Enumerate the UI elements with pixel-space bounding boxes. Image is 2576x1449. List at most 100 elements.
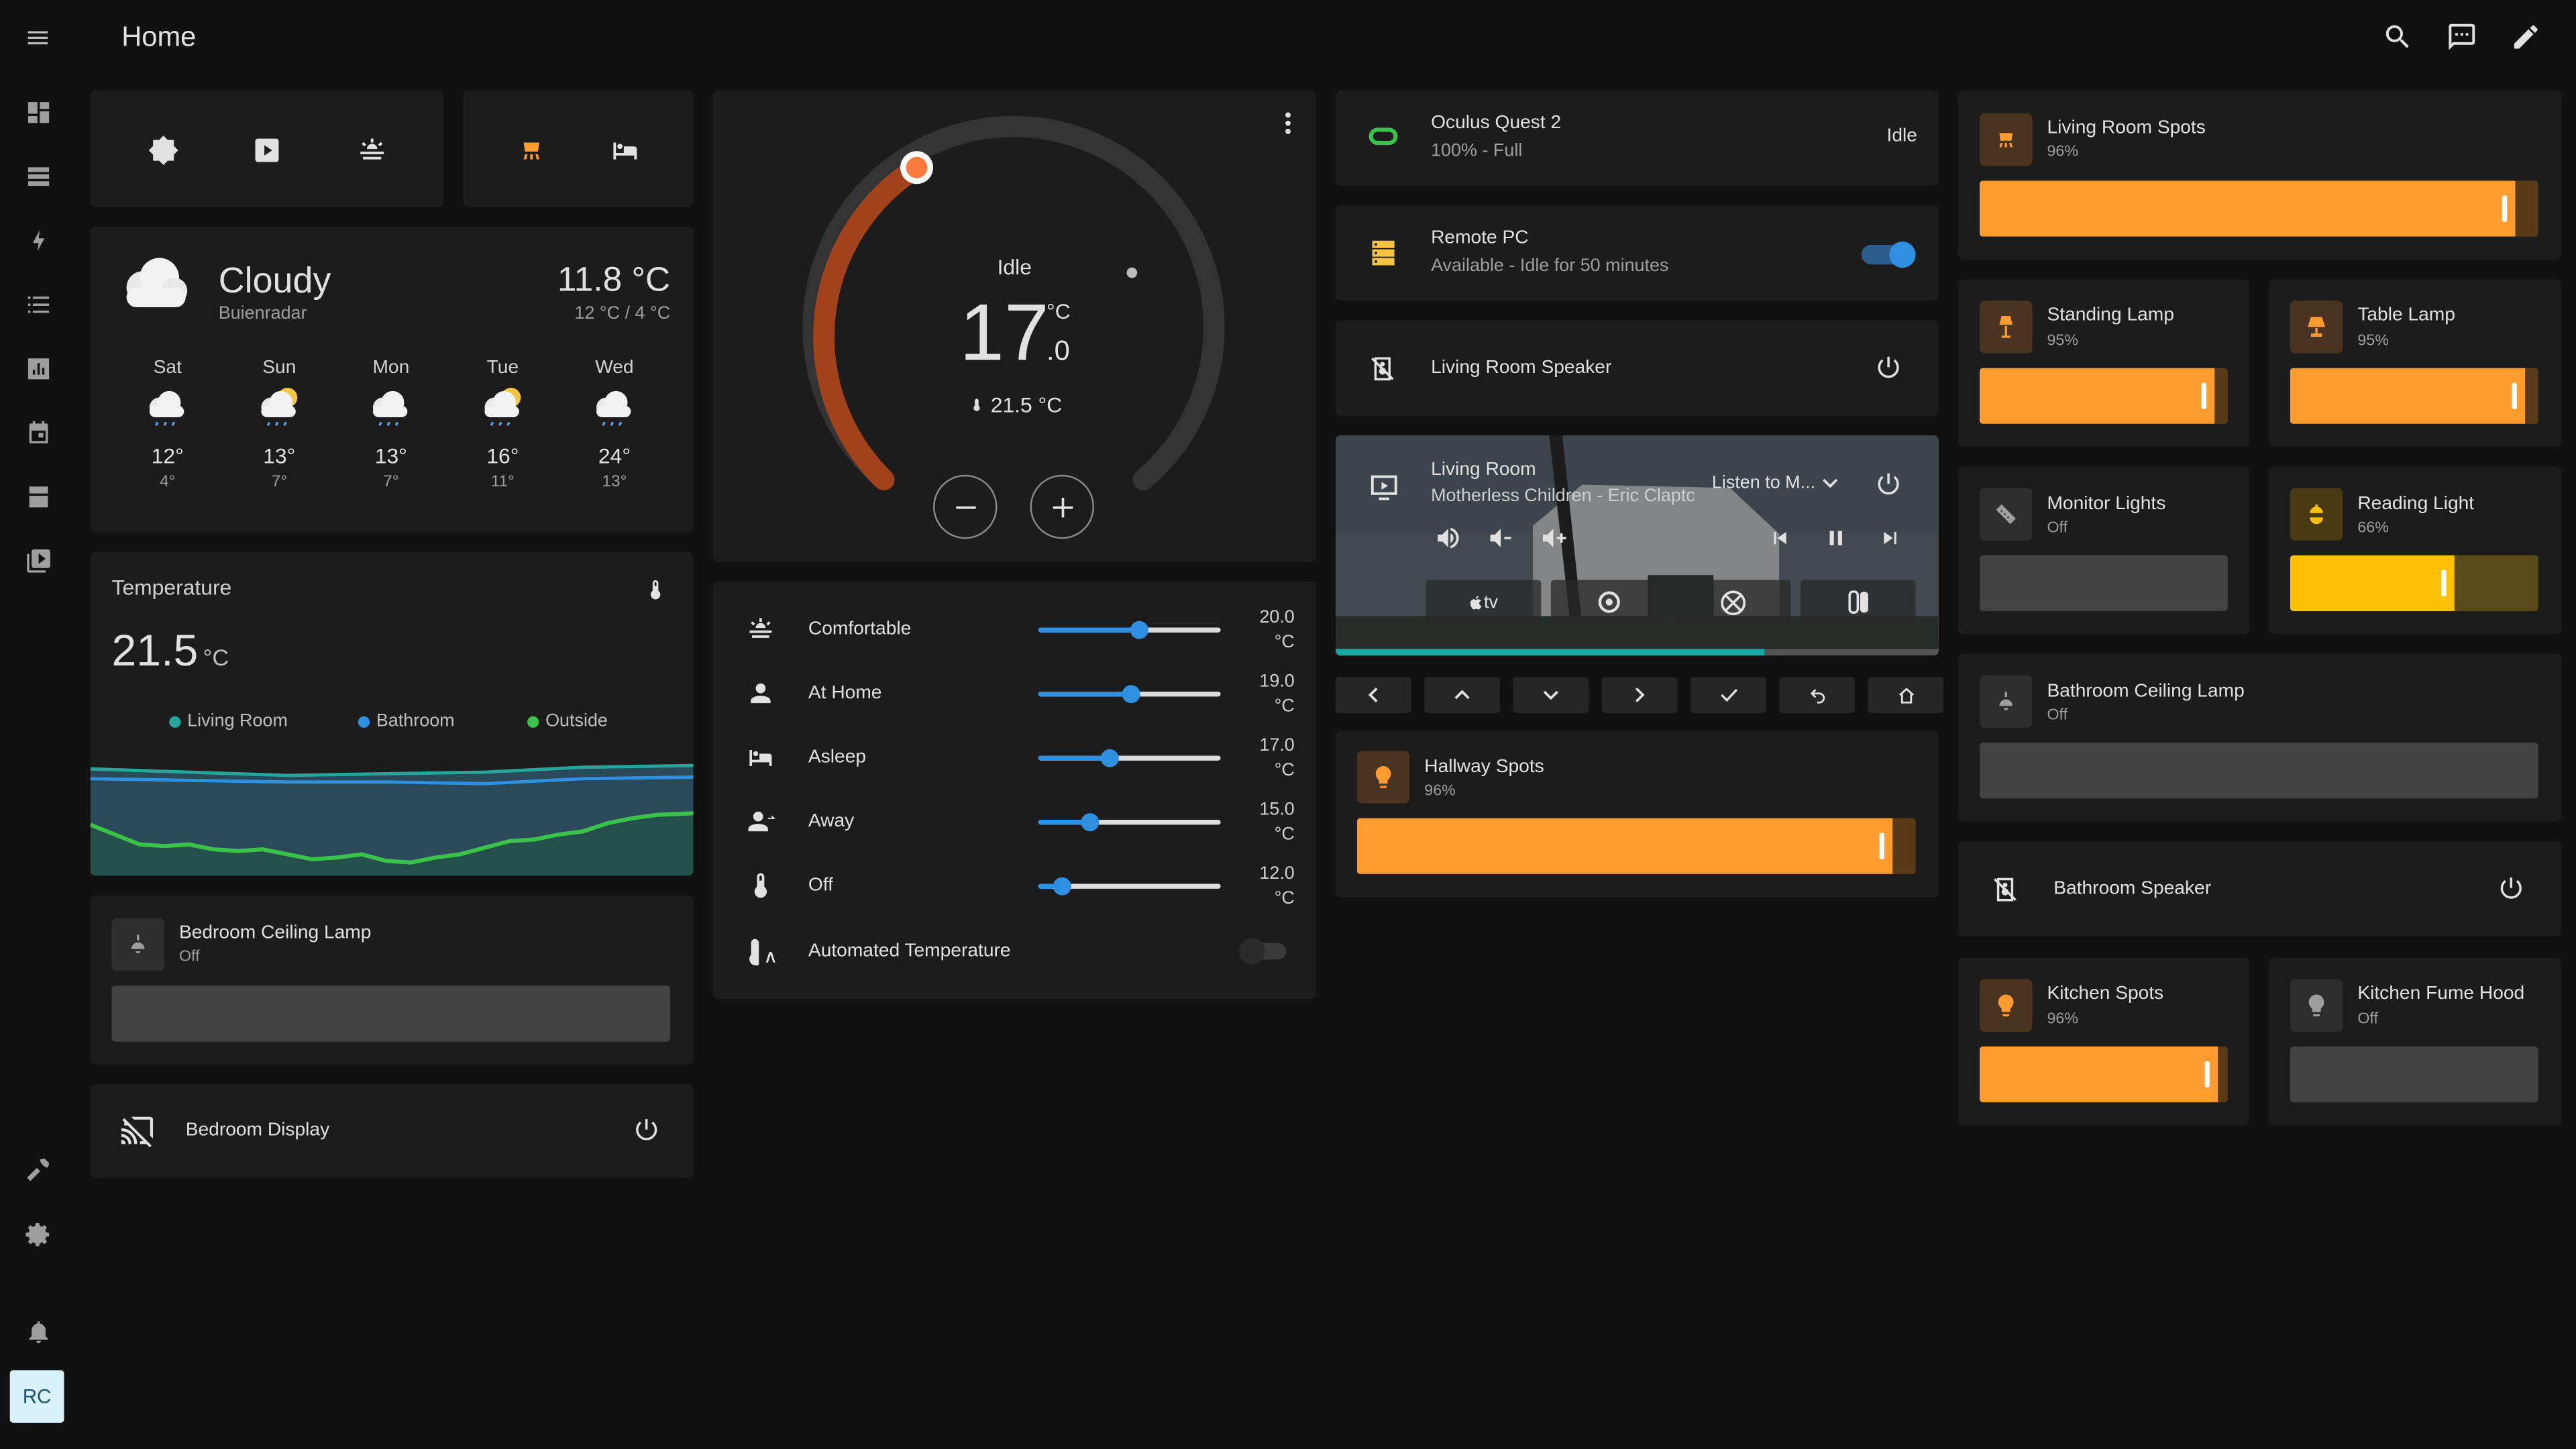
preset-slider-handle[interactable] [1101, 749, 1120, 767]
source-switch-button[interactable] [1801, 580, 1916, 625]
remote-home-button[interactable] [1868, 676, 1944, 713]
media-source-select[interactable]: Listen to M... [1712, 473, 1839, 493]
next-track-icon[interactable] [1878, 526, 1902, 551]
bathroom-ceiling-lamp-card[interactable]: Bathroom Ceiling Lamp Off [1958, 653, 2561, 822]
fume-hood-bulb-icon[interactable] [2290, 979, 2343, 1032]
table-lamp-handle[interactable] [2512, 382, 2518, 409]
hallway-spots-bulb-icon[interactable] [1356, 751, 1410, 804]
sidebar-item-entities[interactable] [21, 160, 54, 193]
bathroom-speaker-power-icon[interactable] [2497, 874, 2525, 902]
sidebar-item-hacs[interactable] [21, 480, 54, 513]
remote-pc-card[interactable]: Remote PC Available - Idle for 50 minute… [1336, 205, 1939, 301]
led-strip-icon[interactable] [1980, 488, 2033, 541]
weather-card[interactable]: Cloudy Buienradar 11.8 °C 12 °C / 4 °C S… [90, 226, 694, 533]
legend-bathroom[interactable]: Bathroom [358, 711, 455, 731]
kitchen-fume-hood-card[interactable]: Kitchen Fume Hood Off [2269, 957, 2561, 1126]
preset-slider-handle[interactable] [1081, 813, 1099, 832]
bedroom-ceiling-lamp-slider[interactable] [111, 985, 671, 1042]
bathroom-speaker-card[interactable]: Bathroom Speaker [1958, 841, 2561, 936]
remote-left-button[interactable] [1336, 676, 1411, 713]
source-appletv-button[interactable]: tv [1426, 580, 1542, 625]
bedroom-display-card[interactable]: Bedroom Display [90, 1084, 694, 1178]
volume-down-icon[interactable] [1487, 524, 1515, 552]
legend-living-room[interactable]: Living Room [169, 711, 288, 731]
preset-off-slider[interactable] [1038, 877, 1221, 896]
remote-back-button[interactable] [1779, 676, 1855, 713]
pause-icon[interactable] [1823, 526, 1848, 551]
standing-lamp-slider[interactable] [1980, 368, 2228, 424]
source-chromecast-button[interactable] [1550, 580, 1666, 625]
search-icon[interactable] [2382, 21, 2414, 53]
bed-icon[interactable] [610, 135, 641, 166]
thermostat-decrease-button[interactable] [933, 474, 998, 539]
preset-slider-handle[interactable] [1053, 877, 1072, 896]
reading-light-slider[interactable] [2290, 555, 2538, 612]
sidebar-item-settings[interactable] [21, 1218, 54, 1250]
hallway-spots-slider[interactable] [1356, 818, 1916, 874]
remote-down-button[interactable] [1513, 676, 1589, 713]
reading-light-card[interactable]: Reading Light 66% [2269, 466, 2561, 635]
thermostat-increase-button[interactable] [1030, 474, 1095, 539]
sidebar-item-logbook[interactable] [21, 288, 54, 321]
sidebar-item-media[interactable] [21, 544, 54, 577]
preset-slider-handle[interactable] [1121, 685, 1140, 704]
remote-select-button[interactable] [1690, 676, 1766, 713]
notifications-bell-icon[interactable] [21, 1314, 54, 1347]
volume-up-icon[interactable] [1540, 524, 1568, 552]
hallway-spots-handle[interactable] [1880, 833, 1885, 859]
user-avatar[interactable]: RC [9, 1370, 64, 1423]
monitor-lights-card[interactable]: Monitor Lights Off [1958, 466, 2249, 635]
table-lamp-slider[interactable] [2290, 368, 2538, 424]
preset-away-slider[interactable] [1038, 813, 1221, 832]
bathroom-ceiling-lamp-icon[interactable] [1980, 675, 2033, 728]
menu-icon[interactable] [21, 21, 54, 54]
preset-slider-handle[interactable] [1130, 621, 1148, 639]
legend-outside[interactable]: Outside [527, 711, 608, 731]
monitor-lights-slider[interactable] [1980, 555, 2228, 612]
kitchen-spots-slider[interactable] [1980, 1046, 2228, 1103]
media-player-card[interactable]: Living Room Motherless Children - Eric C… [1336, 435, 1939, 656]
reading-light-handle[interactable] [2440, 570, 2446, 596]
preset-asleep-slider[interactable] [1038, 749, 1221, 767]
kitchen-spots-card[interactable]: Kitchen Spots 96% [1958, 957, 2249, 1126]
living-room-speaker-card[interactable]: Living Room Speaker [1336, 320, 1939, 416]
living-room-spots-slider[interactable] [1980, 180, 2538, 237]
kitchen-spots-handle[interactable] [2204, 1061, 2210, 1088]
ceiling-spots-icon[interactable] [1980, 113, 2033, 166]
play-box-icon[interactable] [252, 135, 283, 166]
floor-lamp-icon[interactable] [1980, 301, 2033, 354]
preset-at-home-slider[interactable] [1038, 685, 1221, 704]
hammer-icon[interactable] [21, 1152, 54, 1185]
living-room-speaker-power-icon[interactable] [1874, 354, 1902, 382]
edit-pencil-icon[interactable] [2510, 21, 2542, 53]
source-xbox-button[interactable] [1675, 580, 1791, 625]
sidebar-item-history[interactable] [21, 352, 54, 384]
table-lamp-icon[interactable] [2290, 301, 2343, 354]
sidebar-item-energy[interactable] [21, 223, 54, 256]
sun-horizon-icon[interactable] [356, 135, 388, 166]
temperature-graph-card[interactable]: Temperature 21.5 °C Living Room Bathroom … [90, 551, 694, 876]
oculus-card[interactable]: Oculus Quest 2 100% - Full Idle [1336, 90, 1939, 186]
kitchen-fume-hood-slider[interactable] [2290, 1046, 2538, 1103]
bathroom-ceiling-lamp-slider[interactable] [1980, 742, 2538, 799]
living-room-spots-handle[interactable] [2502, 195, 2508, 222]
more-options-icon[interactable] [1283, 110, 1293, 136]
remote-up-button[interactable] [1424, 676, 1500, 713]
ceiling-light-icon[interactable] [516, 135, 547, 166]
hallway-spots-card[interactable]: Hallway Spots 96% [1336, 731, 1939, 898]
bedroom-display-power-icon[interactable] [633, 1116, 661, 1144]
remote-right-button[interactable] [1601, 676, 1678, 713]
preset-comfortable-slider[interactable] [1038, 621, 1221, 639]
automated-temperature-toggle[interactable] [1238, 938, 1287, 965]
volume-mute-icon[interactable] [1434, 524, 1462, 552]
standing-lamp-handle[interactable] [2202, 382, 2208, 409]
brightness-icon[interactable] [148, 135, 179, 166]
table-lamp-card[interactable]: Table Lamp 95% [2269, 279, 2561, 447]
media-power-icon[interactable] [1874, 470, 1902, 498]
kitchen-spots-bulb-icon[interactable] [1980, 979, 2033, 1032]
bedroom-ceiling-lamp-card[interactable]: Bedroom Ceiling Lamp Off [90, 895, 694, 1065]
remote-pc-toggle[interactable] [1861, 241, 1916, 268]
previous-track-icon[interactable] [1768, 526, 1792, 551]
sidebar-item-overview[interactable] [21, 95, 54, 128]
desk-lamp-icon[interactable] [2290, 488, 2343, 541]
